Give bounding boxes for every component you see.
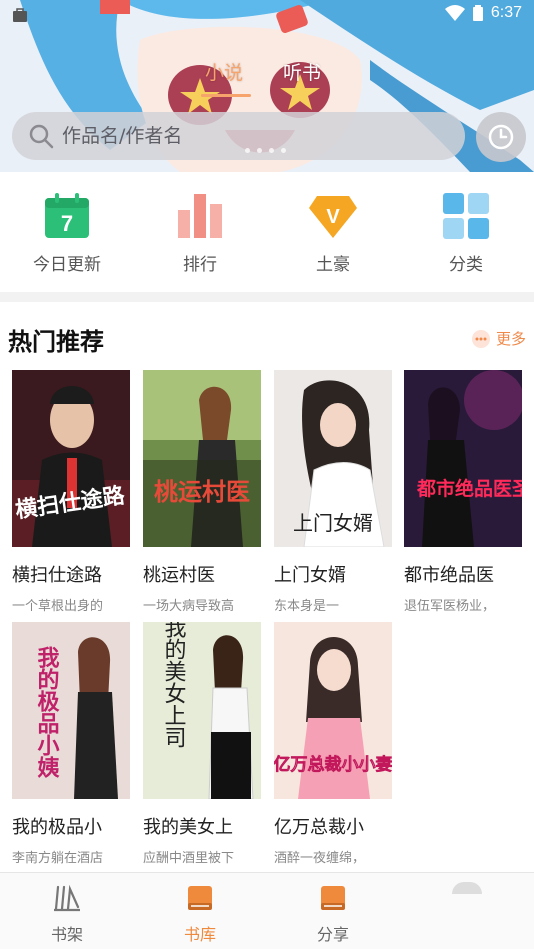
calendar-icon: 7 (45, 193, 89, 238)
status-bar: 6:37 (0, 0, 534, 30)
tab-audiobook[interactable]: 听书 (283, 58, 321, 85)
page-dot (281, 148, 286, 153)
clock: 6:37 (490, 4, 522, 21)
book-title: 亿万总裁小 (274, 817, 364, 838)
search-icon (29, 124, 54, 149)
book-cover: 横扫仕途路 (12, 370, 130, 547)
book-cover-title: 我的极品小姨 (34, 646, 60, 779)
book-card[interactable]: 我的美女上司 我的美女上 应酬中酒里被下 (143, 622, 261, 866)
bookshelf-icon (54, 884, 80, 912)
nav-bookshelf[interactable]: 书架 (17, 883, 117, 945)
ranking-bars-icon (178, 194, 222, 238)
share-book-icon (321, 886, 345, 910)
quick-entry-vip[interactable]: V 土豪 (278, 192, 388, 275)
quick-entry-category[interactable]: 分类 (411, 192, 521, 275)
book-card[interactable]: 桃运村医 桃运村医 一场大病导致高 (143, 370, 261, 614)
nav-label: 分享 (316, 925, 349, 944)
book-description: 一个草根出身的 (12, 599, 104, 614)
book-cover-title: 上门女婿 (293, 511, 373, 535)
quick-entry-ranking[interactable]: 排行 (145, 192, 255, 275)
book-cover-title: 桃运村医 (154, 478, 250, 506)
book-card[interactable]: 都市绝品医圣 都市绝品医 退伍军医杨业， (404, 370, 522, 614)
more-dots-icon (471, 329, 490, 348)
book-cover-title: 都市绝品医圣 (416, 477, 522, 500)
vip-diamond-icon: V (309, 196, 357, 238)
book-card[interactable]: 我的极品小姨 我的极品小 李南方躺在酒店 (12, 622, 130, 866)
book-cover: 桃运村医 (143, 370, 261, 547)
book-card[interactable]: 亿万总裁小小妻 亿万总裁小 酒醉一夜缠绵， (274, 622, 392, 866)
book-description: 一场大病导致高 (143, 599, 235, 614)
book-title: 都市绝品医 (404, 565, 494, 586)
book-card[interactable]: 横扫仕途路 横扫仕途路 一个草根出身的 (12, 370, 130, 614)
quick-entries: 7 今日更新 排行 V 土豪 分类 (0, 172, 534, 292)
section-divider (0, 292, 534, 302)
tab-novel-label: 小说 (205, 62, 244, 84)
active-tab-indicator (201, 94, 251, 97)
quick-entry-label: 排行 (183, 255, 217, 275)
search-bar[interactable] (12, 112, 465, 160)
book-cover: 上门女婿 (274, 370, 392, 547)
book-cover-title: 亿万总裁小小妻 (274, 754, 392, 775)
book-title: 我的极品小 (12, 817, 102, 838)
quick-entry-label: 土豪 (316, 255, 350, 275)
book-cover: 我的美女上司 (143, 622, 261, 799)
vip-badge-text: V (326, 206, 340, 228)
category-grid-icon (443, 193, 489, 239)
book-cover-title: 我的美女上司 (161, 622, 187, 748)
search-input[interactable] (62, 125, 422, 147)
more-button[interactable]: 更多 (471, 328, 526, 349)
book-title: 横扫仕途路 (12, 565, 102, 586)
book-description: 酒醉一夜缠绵， (274, 851, 366, 866)
book-cover: 亿万总裁小小妻 (274, 622, 392, 799)
nav-label: 书架 (50, 925, 83, 944)
book-description: 应酬中酒里被下 (143, 851, 235, 866)
book-cover: 都市绝品医圣 (404, 370, 522, 547)
quick-entry-today-update[interactable]: 7 今日更新 (12, 192, 122, 275)
nav-library[interactable]: 书库 (150, 883, 250, 945)
page-dot (257, 148, 262, 153)
nav-share[interactable]: 分享 (283, 883, 383, 945)
tab-novel[interactable]: 小说 (201, 58, 251, 97)
content-type-tabs: 小说 听书 (201, 58, 321, 97)
library-book-icon (188, 886, 212, 910)
book-description: 东本身是一 (274, 599, 340, 614)
calendar-day-text: 7 (61, 211, 73, 236)
page-dot (269, 148, 274, 153)
more-label: 更多 (495, 330, 526, 348)
history-button[interactable] (476, 112, 526, 162)
page-dot (245, 148, 250, 153)
bottom-navigation: 书架 书库 分享 (0, 872, 534, 949)
book-card[interactable]: 上门女婿 上门女婿 东本身是一 (274, 370, 392, 614)
banner-page-indicator (245, 148, 286, 153)
clock-icon (488, 124, 514, 150)
book-description: 李南方躺在酒店 (12, 851, 104, 866)
book-description: 退伍军医杨业， (404, 599, 496, 614)
section-title-hot: 热门推荐 (8, 328, 104, 356)
book-title: 上门女婿 (274, 565, 346, 586)
header-banner[interactable]: 6:37 小说 听书 (0, 0, 534, 172)
notification-bag-icon (13, 8, 27, 22)
quick-entry-label: 分类 (449, 255, 483, 275)
quick-entry-label: 今日更新 (33, 255, 101, 275)
book-cover: 我的极品小姨 (12, 622, 130, 799)
nav-label: 书库 (183, 925, 216, 944)
book-title: 我的美女上 (143, 817, 233, 838)
wifi-icon (444, 5, 465, 21)
battery-icon (472, 5, 483, 21)
tab-audiobook-label: 听书 (283, 62, 322, 84)
floating-handle[interactable] (452, 882, 482, 894)
book-title: 桃运村医 (143, 565, 215, 586)
